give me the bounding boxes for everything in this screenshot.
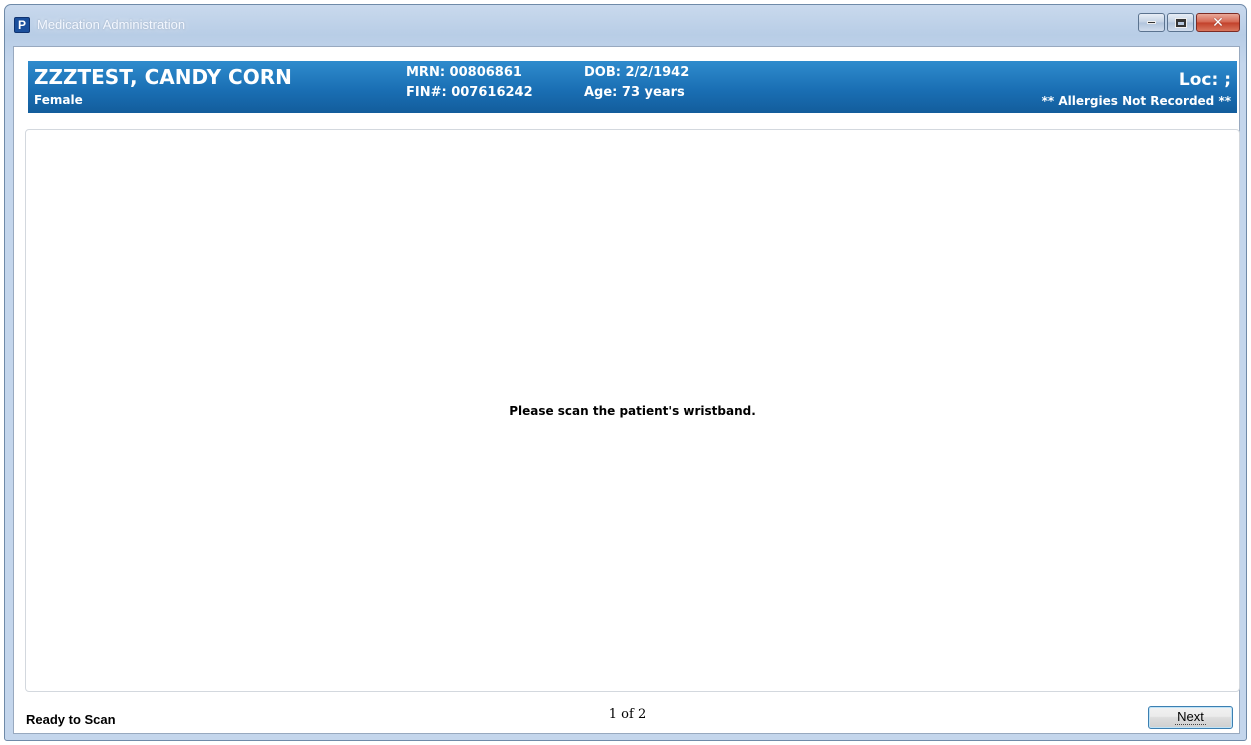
maximize-button[interactable] — [1167, 13, 1194, 32]
client-area: ZZZTEST, CANDY CORN Female MRN: 00806861… — [13, 46, 1240, 734]
app-window: P Medication Administration ✕ ZZZTEST, C… — [4, 4, 1247, 741]
patient-banner: ZZZTEST, CANDY CORN Female MRN: 00806861… — [28, 61, 1237, 113]
close-icon: ✕ — [1212, 14, 1224, 31]
patient-name: ZZZTEST, CANDY CORN — [34, 65, 292, 89]
allergy-status: ** Allergies Not Recorded ** — [1041, 94, 1231, 108]
patient-fin: FIN#: 007616242 — [406, 85, 533, 100]
window-controls: ✕ — [1136, 13, 1240, 32]
patient-age: Age: 73 years — [584, 85, 685, 100]
window-title: Medication Administration — [37, 17, 186, 32]
scan-prompt: Please scan the patient's wristband. — [509, 404, 756, 418]
minimize-button[interactable] — [1138, 13, 1165, 32]
next-button-label: Next — [1175, 709, 1206, 725]
title-bar[interactable]: P Medication Administration ✕ — [5, 5, 1246, 47]
minimize-icon — [1147, 21, 1156, 24]
page-indicator: 1 of 2 — [608, 707, 647, 722]
next-button[interactable]: Next — [1148, 706, 1233, 729]
maximize-icon — [1174, 17, 1187, 28]
app-logo-icon: P — [14, 17, 30, 33]
patient-sex: Female — [34, 93, 83, 107]
scan-panel: Please scan the patient's wristband. — [25, 129, 1240, 692]
patient-mrn: MRN: 00806861 — [406, 65, 522, 80]
patient-location: Loc: ; — [1178, 70, 1231, 90]
close-button[interactable]: ✕ — [1196, 13, 1240, 32]
patient-dob: DOB: 2/2/1942 — [584, 65, 690, 80]
